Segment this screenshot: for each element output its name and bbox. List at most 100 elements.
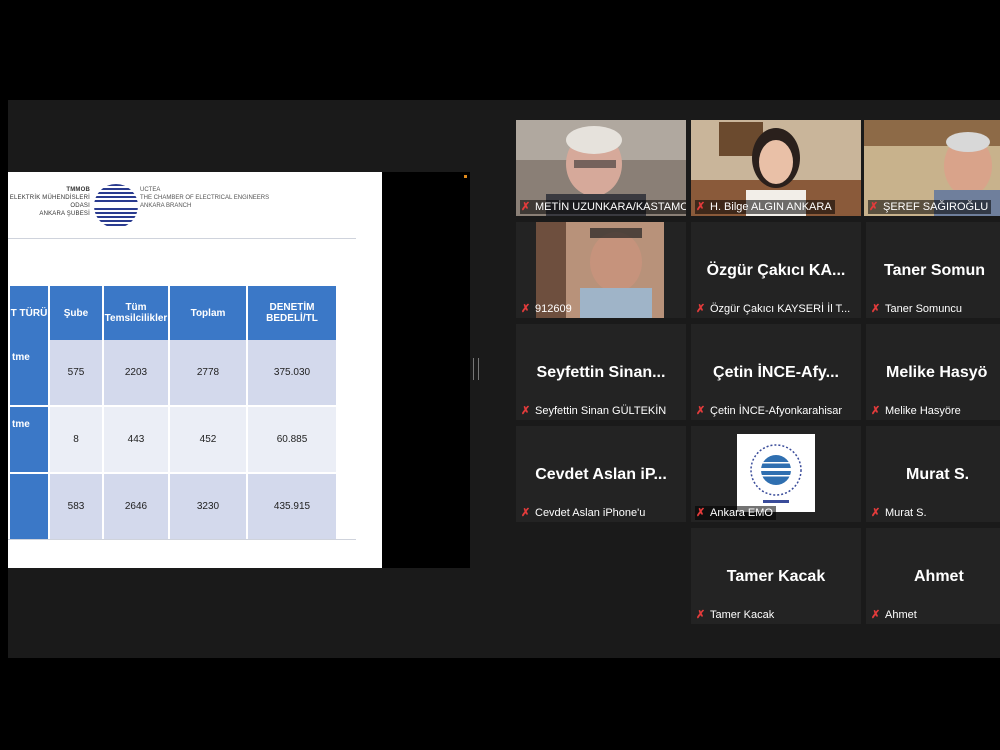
participant-name-text: Ankara EMO bbox=[710, 507, 773, 519]
participant-name: ✗ Çetin İNCE-Afyonkarahisar bbox=[695, 404, 845, 418]
participant-display-name: Taner Somun bbox=[884, 262, 986, 279]
participant-name: ✗ Tamer Kacak bbox=[695, 608, 777, 622]
participant-name-text: 912609 bbox=[535, 303, 572, 315]
table-cell: tme bbox=[10, 340, 48, 407]
participant-name: ✗ Melike Hasyöre bbox=[870, 404, 964, 418]
participant-display-name: Murat S. bbox=[906, 466, 970, 483]
participant-name: ✗ Özgür Çakıcı KAYSERİ İl T... bbox=[695, 302, 853, 316]
table-cell: 2203 bbox=[104, 340, 168, 407]
table-cell: 375.030 bbox=[248, 340, 336, 407]
microphone-muted-icon: ✗ bbox=[521, 303, 531, 315]
microphone-muted-icon: ✗ bbox=[696, 507, 706, 519]
participant-tile[interactable]: ✗ H. Bilge ALGIN ANKARA bbox=[691, 120, 861, 216]
participant-tile[interactable]: Özgür Çakıcı KA... ✗ Özgür Çakıcı KAYSERİ… bbox=[691, 222, 861, 318]
microphone-muted-icon: ✗ bbox=[696, 405, 706, 417]
uctea-logo-text: UCTEA THE CHAMBER OF ELECTRICAL ENGINEER… bbox=[140, 186, 269, 210]
table-header: Şube bbox=[50, 286, 102, 340]
participant-name-text: Seyfettin Sinan GÜLTEKİN bbox=[535, 405, 667, 417]
logo-text-line: ANKARA ŞUBESİ bbox=[39, 211, 90, 217]
table-cell: 575 bbox=[50, 340, 102, 407]
logo-text-line: TMMOB bbox=[66, 187, 90, 193]
participant-tile[interactable]: Çetin İNCE-Afy... ✗ Çetin İNCE-Afyonkarah… bbox=[691, 324, 861, 420]
participant-name: ✗ Seyfettin Sinan GÜLTEKİN bbox=[520, 404, 669, 418]
shared-screen[interactable]: TMMOB ELEKTRİK MÜHENDİSLERİ ODASI ANKARA… bbox=[8, 172, 470, 568]
participant-display-name: Cevdet Aslan iP... bbox=[535, 466, 667, 483]
participant-display-name: Tamer Kacak bbox=[726, 568, 826, 585]
logo-text-line: ANKARA BRANCH bbox=[140, 203, 192, 209]
participant-name: ✗ Taner Somuncu bbox=[870, 302, 965, 316]
participant-name-text: Melike Hasyöre bbox=[885, 405, 961, 417]
microphone-muted-icon: ✗ bbox=[521, 201, 531, 213]
participant-tile[interactable]: Cevdet Aslan iP... ✗ Cevdet Aslan iPhone'… bbox=[516, 426, 686, 522]
splitter-handle[interactable] bbox=[473, 358, 479, 380]
participant-name: ✗ H. Bilge ALGIN ANKARA bbox=[695, 200, 835, 214]
participant-display-name: Ahmet bbox=[914, 568, 964, 585]
microphone-muted-icon: ✗ bbox=[696, 303, 706, 315]
table-cell: 443 bbox=[104, 407, 168, 474]
presentation-slide: TMMOB ELEKTRİK MÜHENDİSLERİ ODASI ANKARA… bbox=[8, 172, 382, 568]
participant-display-name: Seyfettin Sinan... bbox=[536, 364, 666, 381]
participant-name-text: Ahmet bbox=[885, 609, 917, 621]
participant-name-text: Taner Somuncu bbox=[885, 303, 963, 315]
meeting-window: TMMOB ELEKTRİK MÜHENDİSLERİ ODASI ANKARA… bbox=[8, 100, 1000, 658]
table-cell: 435.915 bbox=[248, 474, 336, 541]
table-cell: 583 bbox=[50, 474, 102, 541]
participant-name-text: Özgür Çakıcı KAYSERİ İl T... bbox=[710, 303, 851, 315]
share-indicator-icon bbox=[464, 175, 467, 178]
participant-name: ✗ 912609 bbox=[520, 302, 575, 316]
table-header: DENETİM BEDELİ/TL bbox=[248, 286, 336, 340]
table-row: tme 575 2203 2778 375.030 bbox=[10, 340, 336, 407]
participant-display-name: Melike Hasyö bbox=[886, 364, 988, 381]
microphone-muted-icon: ✗ bbox=[871, 405, 881, 417]
table-header: Tüm Temsilcilikler bbox=[104, 286, 168, 340]
slide-divider bbox=[8, 238, 356, 239]
participant-display-name: Özgür Çakıcı KA... bbox=[706, 262, 846, 279]
table-cell bbox=[10, 474, 48, 541]
table-cell: 3230 bbox=[170, 474, 246, 541]
emo-globe-logo bbox=[91, 184, 141, 228]
participant-name-text: METİN UZUNKARA/KASTAMONU bbox=[535, 201, 686, 213]
logo-text-line: ELEKTRİK MÜHENDİSLERİ ODASI bbox=[9, 195, 90, 209]
participant-display-name: Çetin İNCE-Afy... bbox=[713, 364, 839, 381]
table-row: 583 2646 3230 435.915 bbox=[10, 474, 336, 541]
tmmob-logo-text: TMMOB ELEKTRİK MÜHENDİSLERİ ODASI ANKARA… bbox=[8, 186, 90, 218]
table-cell: 60.885 bbox=[248, 407, 336, 474]
table-cell: 2778 bbox=[170, 340, 246, 407]
table-header: T TÜRÜ bbox=[10, 286, 48, 340]
logo-text-line: UCTEA bbox=[140, 187, 161, 193]
participant-name: ✗ Murat S. bbox=[870, 506, 930, 520]
participant-tile[interactable]: ✗ Ankara EMO bbox=[691, 426, 861, 522]
audit-table: T TÜRÜ Şube Tüm Temsilcilikler Toplam DE… bbox=[8, 286, 338, 541]
logo-text-line: THE CHAMBER OF ELECTRICAL ENGINEERS bbox=[140, 195, 270, 201]
participant-tile[interactable]: Seyfettin Sinan... ✗ Seyfettin Sinan GÜLT… bbox=[516, 324, 686, 420]
participant-tile[interactable]: ✗ METİN UZUNKARA/KASTAMONU bbox=[516, 120, 686, 216]
participant-name: ✗ METİN UZUNKARA/KASTAMONU bbox=[520, 200, 686, 214]
participant-tile[interactable]: ✗ 912609 bbox=[516, 222, 686, 318]
emo-logo bbox=[737, 434, 815, 512]
participant-tile-active-speaker[interactable]: ✗ ŞEREF SAĞIROĞLU bbox=[864, 120, 1000, 216]
table-cell: 452 bbox=[170, 407, 246, 474]
table-header: Toplam bbox=[170, 286, 246, 340]
participant-name-text: Murat S. bbox=[885, 507, 927, 519]
microphone-muted-icon: ✗ bbox=[871, 609, 881, 621]
participant-tile[interactable]: Ahmet ✗ Ahmet bbox=[866, 528, 1000, 624]
table-cell: tme bbox=[10, 407, 48, 474]
participant-tile[interactable]: Murat S. ✗ Murat S. bbox=[866, 426, 1000, 522]
microphone-muted-icon: ✗ bbox=[869, 201, 879, 213]
table-cell: 8 bbox=[50, 407, 102, 474]
table-cell: 2646 bbox=[104, 474, 168, 541]
participant-tile[interactable]: Taner Somun ✗ Taner Somuncu bbox=[866, 222, 1000, 318]
microphone-muted-icon: ✗ bbox=[696, 609, 706, 621]
participant-name-text: ŞEREF SAĞIROĞLU bbox=[883, 201, 989, 213]
participant-name-text: Tamer Kacak bbox=[710, 609, 775, 621]
participant-name-text: Çetin İNCE-Afyonkarahisar bbox=[710, 405, 843, 417]
microphone-muted-icon: ✗ bbox=[521, 507, 531, 519]
participant-name-text: Cevdet Aslan iPhone'u bbox=[535, 507, 646, 519]
participant-name-text: H. Bilge ALGIN ANKARA bbox=[710, 201, 832, 213]
participant-tile[interactable]: Tamer Kacak ✗ Tamer Kacak bbox=[691, 528, 861, 624]
participant-name: ✗ ŞEREF SAĞIROĞLU bbox=[868, 200, 992, 214]
participant-name: ✗ Ahmet bbox=[870, 608, 920, 622]
participant-tile[interactable]: Melike Hasyö ✗ Melike Hasyöre bbox=[866, 324, 1000, 420]
participant-name: ✗ Ankara EMO bbox=[695, 506, 776, 520]
table-row: tme 8 443 452 60.885 bbox=[10, 407, 336, 474]
